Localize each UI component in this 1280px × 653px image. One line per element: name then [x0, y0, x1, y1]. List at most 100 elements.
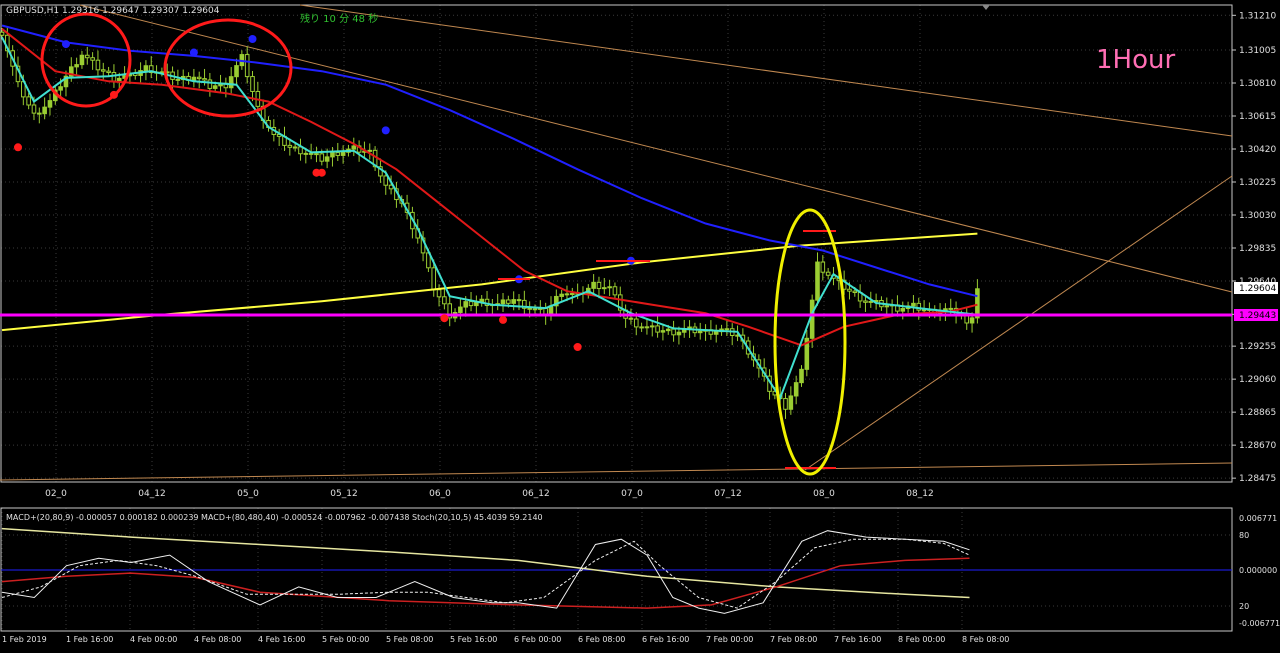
time-tick-label-bottom: 6 Feb 00:00	[514, 635, 561, 644]
candle-body	[815, 261, 820, 301]
time-tick-label-bottom: 8 Feb 00:00	[898, 635, 945, 644]
price-tick-label: 1.29255	[1239, 342, 1276, 352]
candle-body	[37, 112, 42, 115]
candle-body	[527, 307, 532, 310]
candle-body	[0, 31, 5, 36]
time-tick-label: 07_0	[621, 489, 643, 499]
candle-body	[820, 261, 826, 273]
price-axis: 1.31210 1.31005 1.30810 1.30615 1.30420 1.302…	[1232, 11, 1276, 484]
time-tick-label-bottom: 4 Feb 16:00	[258, 635, 305, 644]
current-price-label: 1.29604	[1239, 284, 1276, 294]
candle-body	[884, 305, 890, 308]
candle-body	[84, 54, 90, 59]
candle-body	[633, 318, 639, 328]
candle-body	[969, 317, 975, 324]
candle-body	[442, 296, 447, 305]
candle-body	[649, 325, 655, 328]
indicator-tick-label: 80	[1239, 531, 1249, 540]
buy-signal-dot	[381, 126, 390, 135]
candle-body	[31, 104, 37, 114]
time-tick-label-bottom: 1 Feb 16:00	[66, 635, 113, 644]
candle-body	[825, 271, 831, 276]
candle-body	[564, 293, 570, 296]
trading-chart: 1.31210 1.31005 1.30810 1.30615 1.30420 1.302…	[0, 0, 1280, 649]
candle-body	[202, 78, 207, 81]
time-tick-label: 07_12	[714, 489, 741, 499]
indicator-tick-label: -0.006771	[1239, 619, 1280, 628]
time-tick-label-bottom: 5 Feb 16:00	[450, 635, 497, 644]
countdown-timer: 残り 10 分 48 秒	[300, 12, 378, 25]
candle-body	[116, 77, 122, 82]
sell-signal-dot	[440, 314, 449, 323]
candle-body	[500, 299, 506, 305]
candle-body	[559, 293, 564, 297]
candle-body	[788, 395, 794, 410]
price-tick-label: 1.29835	[1239, 244, 1276, 254]
price-tick-label: 1.31210	[1239, 11, 1276, 21]
sell-signal-dot	[317, 168, 326, 177]
time-tick-label: 06_0	[429, 489, 451, 499]
candle-body	[250, 76, 255, 92]
time-tick-label: 04_12	[138, 489, 165, 499]
candle-body	[436, 289, 442, 298]
candle-body	[863, 300, 868, 303]
candle-body	[474, 301, 479, 307]
candle-body	[628, 317, 634, 320]
candle-body	[292, 146, 298, 149]
candle-body	[244, 54, 250, 78]
candle-body	[303, 152, 309, 155]
sell-signal-dot	[573, 343, 582, 351]
candle-body	[298, 146, 303, 155]
candle-body	[95, 59, 101, 71]
candle-body	[852, 290, 858, 294]
background	[0, 0, 1280, 649]
candle-body	[506, 299, 511, 304]
candle-body	[42, 106, 47, 115]
price-tick-label: 1.31005	[1239, 46, 1276, 56]
time-tick-label-bottom: 6 Feb 16:00	[642, 635, 689, 644]
support-price-tag: 1.29443	[1234, 309, 1278, 321]
candle-body	[783, 398, 788, 410]
indicator-header: MACD+(20,80,9) -0.000057 0.000182 0.0002…	[6, 513, 543, 522]
candle-body	[676, 331, 682, 336]
time-tick-label: 05_0	[237, 489, 259, 499]
price-tick-label: 1.30615	[1239, 112, 1276, 122]
candle-body	[799, 368, 804, 384]
candle-body	[671, 328, 676, 336]
time-tick-label-bottom: 8 Feb 08:00	[962, 635, 1009, 644]
price-tick-label: 1.28475	[1239, 474, 1276, 484]
time-tick-label-bottom: 6 Feb 08:00	[578, 635, 625, 644]
time-tick-label: 08_12	[906, 489, 933, 499]
candle-body	[644, 326, 650, 329]
price-tick-label: 1.30225	[1239, 178, 1276, 188]
candle-body	[100, 69, 106, 72]
candle-body	[596, 281, 602, 290]
candle-body	[111, 72, 117, 82]
candle-body	[900, 308, 906, 312]
time-tick-label: 05_12	[330, 489, 357, 499]
candle-body	[607, 286, 612, 289]
candle-body	[330, 152, 335, 158]
candle-body	[319, 153, 325, 162]
sell-signal-dot	[13, 143, 22, 152]
time-tick-label-bottom: 1 Feb 2019	[2, 635, 47, 644]
candle-body	[335, 152, 341, 156]
candle-body	[948, 307, 954, 310]
price-tick-label: 1.28865	[1239, 408, 1276, 418]
candle-body	[367, 149, 373, 152]
time-tick-label: 06_12	[522, 489, 549, 499]
candle-body	[308, 152, 314, 155]
candle-body	[612, 286, 618, 296]
candle-body	[287, 144, 293, 148]
candle-body	[47, 100, 53, 108]
candle-body	[90, 57, 95, 61]
candle-body	[591, 281, 596, 289]
price-tick-label: 1.30030	[1239, 211, 1276, 221]
candle-body	[234, 65, 239, 78]
price-tick-label: 1.30810	[1239, 79, 1276, 89]
time-tick-label-bottom: 4 Feb 08:00	[194, 635, 241, 644]
current-price-tag: 1.29604	[1234, 282, 1278, 294]
buy-signal-dot	[189, 48, 198, 57]
candle-body	[713, 331, 719, 335]
candle-body	[665, 328, 671, 332]
